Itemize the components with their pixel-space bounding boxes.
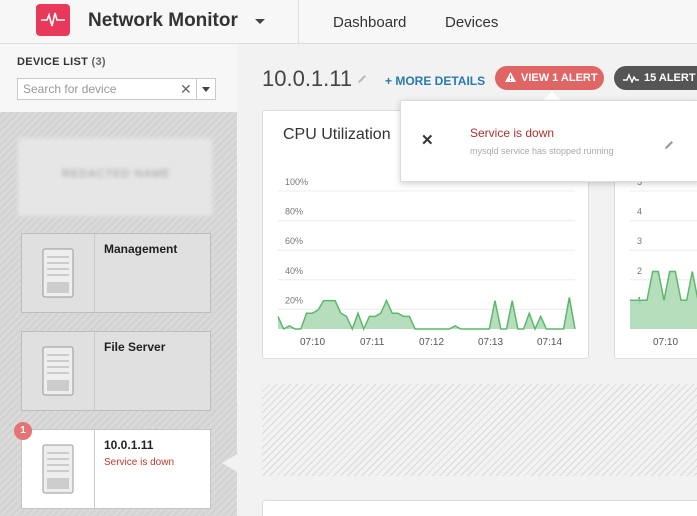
divider bbox=[298, 0, 299, 44]
device-title: 10.0.1.11 bbox=[262, 66, 353, 91]
clear-icon[interactable]: ✕ bbox=[180, 80, 192, 98]
x-tick-label: 07:13 bbox=[478, 337, 503, 348]
device-card-management[interactable]: Management bbox=[21, 233, 211, 313]
edit-pencil-icon[interactable] bbox=[663, 139, 675, 151]
x-tick-label: 07:14 bbox=[537, 337, 562, 348]
y-tick-label: 100% bbox=[285, 177, 308, 187]
device-name: File Server bbox=[104, 340, 166, 354]
nav-dashboard[interactable]: Dashboard bbox=[333, 14, 406, 31]
device-search-input[interactable] bbox=[18, 79, 178, 99]
app-logo-icon[interactable] bbox=[36, 4, 70, 36]
y-tick-label: 40% bbox=[285, 266, 303, 276]
close-icon[interactable]: ✕ bbox=[421, 131, 434, 149]
alerts-button[interactable]: 15 ALERT T bbox=[614, 66, 697, 90]
more-details-link[interactable]: + MORE DETAILS bbox=[385, 74, 485, 88]
x-tick-label: 07:12 bbox=[419, 337, 444, 348]
device-list-title: DEVICE LIST (3) bbox=[17, 56, 106, 68]
y-tick-label: 4 bbox=[637, 207, 642, 217]
device-card-10-0-1-11[interactable]: 10.0.1.11 Service is down 1 bbox=[14, 422, 211, 509]
search-dropdown-button[interactable] bbox=[197, 78, 216, 100]
alerts-label: 15 ALERT T bbox=[644, 72, 697, 84]
alert-popover: ✕ Service is down mysqld service has sto… bbox=[400, 100, 697, 182]
device-status: Service is down bbox=[104, 457, 175, 468]
view-alert-label: VIEW 1 ALERT bbox=[521, 72, 598, 84]
server-icon bbox=[42, 346, 74, 396]
x-tick-label: 07:10 bbox=[300, 337, 325, 348]
device-card-file-server[interactable]: File Server bbox=[21, 331, 211, 411]
empty-placeholder bbox=[262, 384, 697, 476]
device-thumbnail bbox=[22, 234, 95, 312]
x-tick-label: 07:11 bbox=[360, 337, 385, 348]
warning-icon bbox=[505, 72, 516, 82]
y-tick-label: 60% bbox=[285, 236, 303, 246]
alert-count-badge: 1 bbox=[14, 422, 32, 440]
server-icon bbox=[42, 248, 74, 298]
alert-title: Service is down bbox=[470, 126, 555, 140]
device-name: 10.0.1.11 bbox=[104, 438, 154, 452]
pulse-icon bbox=[623, 73, 639, 83]
server-icon bbox=[42, 444, 74, 494]
x-tick-label: 07:10 bbox=[653, 337, 678, 348]
y-tick-label: 20% bbox=[285, 295, 303, 305]
view-alert-button[interactable]: VIEW 1 ALERT bbox=[495, 66, 604, 90]
device-list-header: DEVICE LIST (3) ✕ bbox=[0, 44, 237, 112]
nav-devices[interactable]: Devices bbox=[445, 14, 498, 31]
top-bar: Network Monitor Dashboard Devices bbox=[0, 0, 697, 44]
y-tick-label: 80% bbox=[285, 207, 303, 217]
device-thumbnail bbox=[22, 430, 95, 508]
device-thumbnail bbox=[22, 332, 95, 410]
app-menu-chevron-icon[interactable] bbox=[255, 19, 265, 24]
device-list-label: DEVICE LIST bbox=[17, 56, 89, 68]
device-search: ✕ bbox=[17, 78, 197, 100]
device-list: REDACTED NAME Management File Server 10.… bbox=[0, 112, 237, 516]
alert-subtitle: mysqld service has stopped running bbox=[470, 146, 614, 156]
blurred-device-label: REDACTED NAME bbox=[62, 168, 171, 180]
device-name: Management bbox=[104, 242, 178, 256]
y-tick-label: 2 bbox=[637, 266, 642, 276]
edit-pencil-icon[interactable] bbox=[356, 73, 368, 85]
y-tick-label: 3 bbox=[637, 236, 642, 246]
blurred-device-card[interactable]: REDACTED NAME bbox=[18, 138, 212, 216]
app-title[interactable]: Network Monitor bbox=[88, 10, 238, 32]
device-count: (3) bbox=[91, 56, 106, 68]
bottom-panel bbox=[262, 500, 697, 516]
selected-pointer bbox=[222, 454, 237, 472]
